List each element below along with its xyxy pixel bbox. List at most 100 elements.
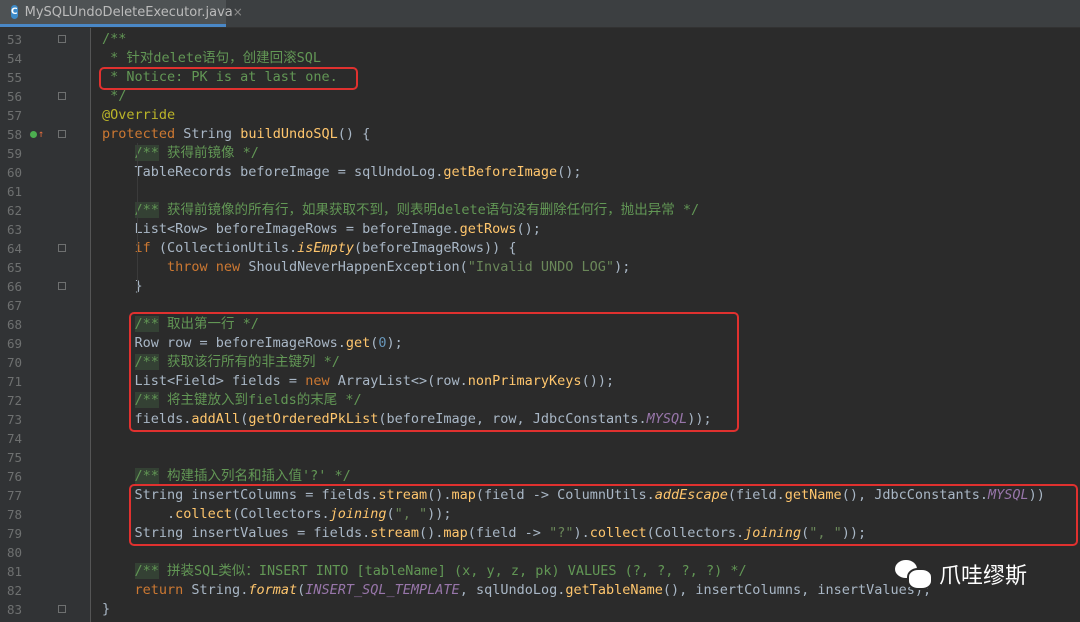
line-number: 82 (6, 583, 22, 598)
code-token: INSERT_SQL_TEMPLATE (305, 582, 460, 598)
line-number: 83 (6, 602, 22, 617)
code-line[interactable]: 83} (0, 600, 1080, 619)
line-number: 76 (6, 469, 22, 484)
line-number: 63 (6, 222, 22, 237)
tab-title: MySQLUndoDeleteExecutor.java (24, 4, 233, 20)
code-text: } (102, 600, 110, 619)
code-text: @Override (102, 106, 175, 125)
code-text: if (CollectionUtils.isEmpty(beforeImageR… (102, 239, 517, 258)
code-line[interactable]: 63 List<Row> beforeImageRows = beforeIma… (0, 220, 1080, 239)
line-number: 77 (6, 488, 22, 503)
fold-icon[interactable] (58, 244, 66, 252)
code-text: /** 获得前镜像 */ (102, 144, 259, 163)
code-line[interactable]: 64 if (CollectionUtils.isEmpty(beforeIma… (0, 239, 1080, 258)
code-token: getTableName (565, 582, 663, 598)
line-number: 69 (6, 336, 22, 351)
code-text: /** (102, 30, 126, 49)
override-marker-icon[interactable] (30, 131, 37, 138)
fold-icon[interactable] (58, 282, 66, 290)
code-line[interactable]: 58 ↑ protected String buildUndoSQL() { (0, 125, 1080, 144)
code-text: return String.format(INSERT_SQL_TEMPLATE… (102, 581, 932, 600)
line-number: 71 (6, 374, 22, 389)
line-number: 68 (6, 317, 22, 332)
fold-icon[interactable] (58, 35, 66, 43)
java-class-icon: C (11, 5, 18, 19)
line-number: 65 (6, 260, 22, 275)
code-token: isEmpty (297, 240, 354, 256)
code-token: @Override (102, 107, 176, 123)
line-number: 58 (6, 127, 22, 142)
code-token: String. (191, 582, 249, 598)
code-text: protected String buildUndoSQL() { (102, 125, 370, 144)
line-number: 60 (6, 165, 22, 180)
code-token: getRows (459, 221, 517, 237)
editor-tab[interactable]: C MySQLUndoDeleteExecutor.java × (0, 0, 243, 27)
code-token: buildUndoSQL (240, 126, 338, 142)
code-token: String (183, 126, 241, 142)
line-number: 56 (6, 89, 22, 104)
line-number: 72 (6, 393, 22, 408)
code-line[interactable]: 57 @Override (0, 106, 1080, 125)
first-row-highlight-box (129, 312, 739, 432)
code-token: /** (134, 145, 159, 161)
line-number: 59 (6, 146, 22, 161)
code-token: , sqlUndoLog. (459, 582, 566, 598)
line-number: 61 (6, 184, 22, 199)
code-token: /** (134, 468, 159, 484)
code-token: protected (102, 126, 184, 142)
code-text: /** 获得前镜像的所有行，如果获取不到，则表明delete语句没有删除任何行，… (102, 201, 699, 220)
code-text: List<Row> beforeImageRows = beforeImage.… (102, 220, 541, 239)
code-line[interactable]: 54 * 针对delete语句，创建回滚SQL (0, 49, 1080, 68)
code-token: getBeforeImage (443, 164, 558, 180)
line-number: 66 (6, 279, 22, 294)
code-token: /** (134, 202, 159, 218)
fold-icon[interactable] (58, 92, 66, 100)
line-number: 55 (6, 70, 22, 85)
fold-icon[interactable] (58, 130, 66, 138)
code-token: /** (102, 31, 127, 47)
code-token: 获得前镜像的所有行，如果获取不到，则表明delete语句没有删除任何行，抛出异常… (158, 202, 700, 218)
code-token: * 针对delete语句，创建回滚SQL (102, 50, 322, 66)
fold-icon[interactable] (58, 605, 66, 613)
code-token: format (248, 582, 298, 598)
line-number: 80 (6, 545, 22, 560)
code-line[interactable]: 65 throw new ShouldNeverHappenException(… (0, 258, 1080, 277)
code-line[interactable]: 59 /** 获得前镜像 */ (0, 144, 1080, 163)
code-text: throw new ShouldNeverHappenException("In… (102, 258, 630, 277)
code-text: * 针对delete语句，创建回滚SQL (102, 49, 321, 68)
notice-highlight-box (99, 67, 358, 90)
code-line[interactable]: 61 (0, 182, 1080, 201)
code-text: TableRecords beforeImage = sqlUndoLog.ge… (102, 163, 582, 182)
wechat-icon (893, 556, 933, 592)
code-line[interactable]: 60 TableRecords beforeImage = sqlUndoLog… (0, 163, 1080, 182)
code-line[interactable]: 75 (0, 448, 1080, 467)
line-number: 62 (6, 203, 22, 218)
code-token: (); (557, 164, 582, 180)
line-number: 57 (6, 108, 22, 123)
code-token: ); (614, 259, 631, 275)
code-line[interactable]: 53 /** (0, 30, 1080, 49)
close-icon[interactable]: × (233, 5, 243, 19)
code-token: return (134, 582, 192, 598)
code-token: ShouldNeverHappenException( (248, 259, 468, 275)
code-token: /** (134, 563, 159, 579)
code-line[interactable]: 62 /** 获得前镜像的所有行，如果获取不到，则表明delete语句没有删除任… (0, 201, 1080, 220)
code-token: */ (102, 88, 127, 104)
code-token: (CollectionUtils. (158, 240, 298, 256)
code-text: /** 拼装SQL类似：INSERT INTO [tableName] (x, … (102, 562, 747, 581)
override-arrow-icon[interactable]: ↑ (38, 125, 44, 144)
code-line[interactable]: 66 } (0, 277, 1080, 296)
code-token: List<Row> beforeImageRows = beforeImage. (102, 221, 460, 237)
code-token: if (134, 240, 159, 256)
code-token: (); (516, 221, 541, 237)
code-token: 拼装SQL类似：INSERT INTO [tableName] (x, y, z… (158, 563, 747, 579)
code-token: 获得前镜像 */ (158, 145, 259, 161)
code-token: () { (337, 126, 371, 142)
editor-tab-bar: C MySQLUndoDeleteExecutor.java × (0, 0, 1080, 28)
watermark-text: 爪哇缪斯 (939, 564, 1028, 589)
